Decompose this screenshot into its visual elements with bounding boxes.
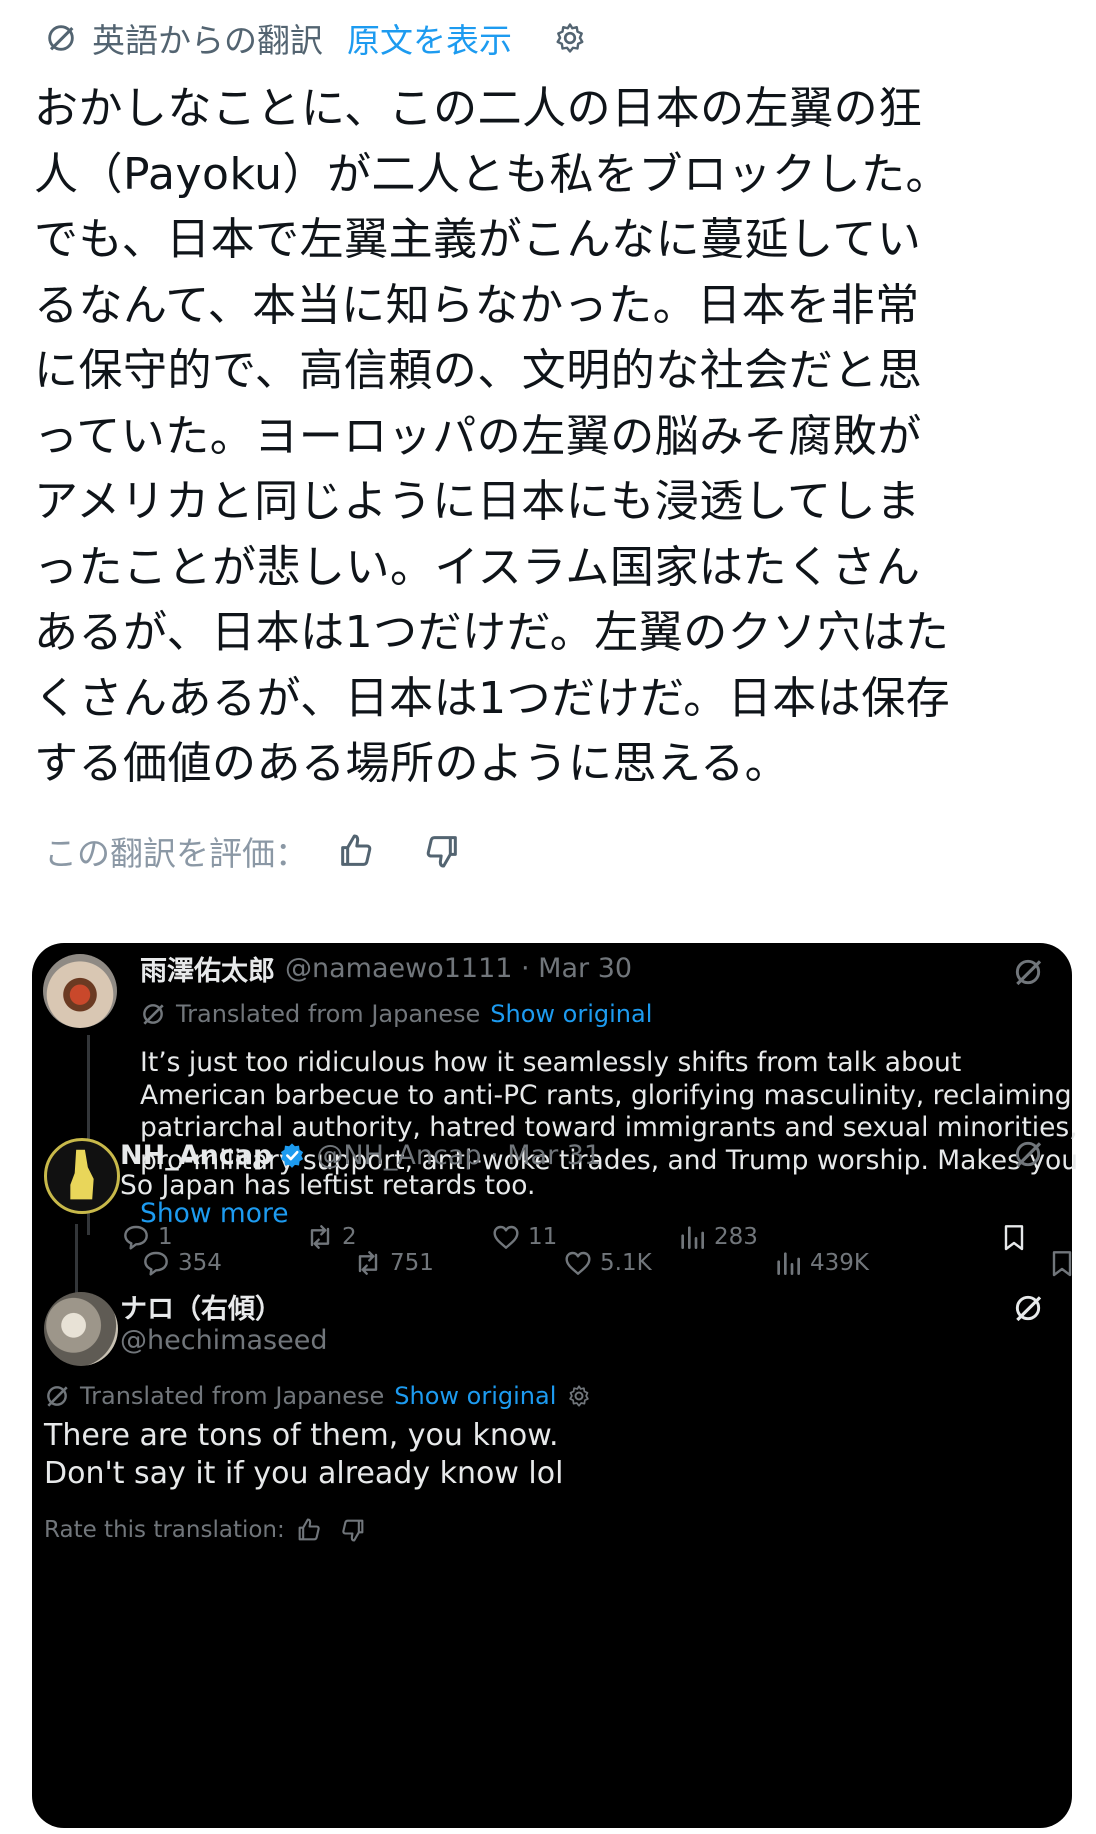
handle-date[interactable]: @namaewo1111 · Mar 30 bbox=[285, 953, 632, 984]
grok-icon[interactable] bbox=[1012, 1292, 1044, 1324]
action-bar: 1 2 11 283 bbox=[120, 1221, 1065, 1261]
handle-date[interactable]: @NH_Ancap · Mar 31 bbox=[316, 1140, 601, 1171]
avatar[interactable] bbox=[44, 1138, 120, 1214]
thumbs-down-icon[interactable] bbox=[339, 1516, 367, 1544]
translated-from-label: Translated from Japanese bbox=[176, 1000, 481, 1028]
reply-count: 1 bbox=[158, 1224, 173, 1250]
nh-state-icon bbox=[70, 1149, 94, 1200]
repost-count: 2 bbox=[342, 1224, 357, 1250]
translation-notice: Translated from Japanese Show original bbox=[140, 996, 652, 1032]
show-original-link[interactable]: Show original bbox=[394, 1382, 556, 1410]
bookmark-icon bbox=[1004, 1225, 1024, 1251]
display-name[interactable]: 雨澤佑太郎 bbox=[140, 949, 275, 988]
grok-translate-icon bbox=[47, 1386, 68, 1407]
thumbs-up-icon[interactable] bbox=[295, 1516, 323, 1544]
grok-translate-icon bbox=[143, 1004, 164, 1025]
display-name[interactable]: NH_Ancap bbox=[120, 1140, 272, 1171]
reply-button[interactable]: 1 bbox=[120, 1221, 173, 1253]
grok-icon[interactable] bbox=[1012, 956, 1044, 988]
post-header: 雨澤佑太郎 @namaewo1111 · Mar 30 bbox=[140, 948, 632, 988]
grok-translate-icon bbox=[48, 25, 74, 51]
thumbs-down-icon[interactable] bbox=[422, 831, 462, 871]
heart-icon bbox=[493, 1225, 519, 1249]
bookmark-button[interactable] bbox=[998, 1221, 1036, 1253]
handle: @hechimaseed bbox=[120, 1322, 327, 1358]
reply-icon bbox=[124, 1225, 148, 1250]
handle-text[interactable]: @hechimaseed bbox=[120, 1325, 327, 1356]
rate-translation-label: この翻訳を評価： bbox=[44, 834, 308, 873]
post-header: NH_Ancap @NH_Ancap · Mar 31 bbox=[120, 1135, 601, 1175]
thread-line bbox=[75, 1224, 78, 1294]
like-count: 11 bbox=[528, 1224, 558, 1250]
verified-badge-icon bbox=[281, 1143, 304, 1168]
display-name[interactable]: ナロ（右傾） bbox=[120, 1287, 282, 1326]
gear-icon[interactable] bbox=[566, 1383, 592, 1409]
rate-translation-row: Rate this translation: bbox=[44, 1512, 367, 1548]
gear-icon[interactable] bbox=[552, 20, 588, 56]
post-header: ナロ（右傾） bbox=[120, 1287, 282, 1326]
views-button[interactable]: 283 bbox=[676, 1221, 758, 1253]
post-text: So Japan has leftist retards too. bbox=[120, 1170, 536, 1201]
post-text-line-2: Don't say it if you already know lol bbox=[44, 1456, 564, 1491]
repost-button[interactable]: 2 bbox=[304, 1221, 357, 1253]
show-original-link[interactable]: Show original bbox=[490, 1000, 652, 1028]
translated-from-label: 英語からの翻訳 bbox=[92, 21, 323, 60]
repost-icon bbox=[310, 1225, 330, 1249]
avatar[interactable] bbox=[43, 954, 117, 1028]
thumbs-up-icon[interactable] bbox=[336, 831, 376, 871]
avatar[interactable] bbox=[44, 1292, 118, 1366]
rate-translation-row: この翻訳を評価： bbox=[44, 826, 462, 876]
like-button[interactable]: 11 bbox=[490, 1221, 557, 1253]
translation-bar: 英語からの翻訳 原文を表示 bbox=[44, 14, 588, 62]
tweet-translated-text: おかしなことに、この二人の日本の左翼の狂 人（Payoku）が二人とも私をブロッ… bbox=[34, 83, 951, 789]
translated-from-label: Translated from Japanese bbox=[80, 1382, 385, 1410]
view-count: 283 bbox=[714, 1224, 758, 1250]
rate-translation-label: Rate this translation: bbox=[44, 1517, 285, 1543]
translation-notice: Translated from Japanese Show original bbox=[44, 1378, 592, 1414]
grok-icon[interactable] bbox=[1012, 1138, 1044, 1170]
show-original-link[interactable]: 原文を表示 bbox=[347, 14, 512, 62]
views-icon bbox=[681, 1226, 704, 1249]
